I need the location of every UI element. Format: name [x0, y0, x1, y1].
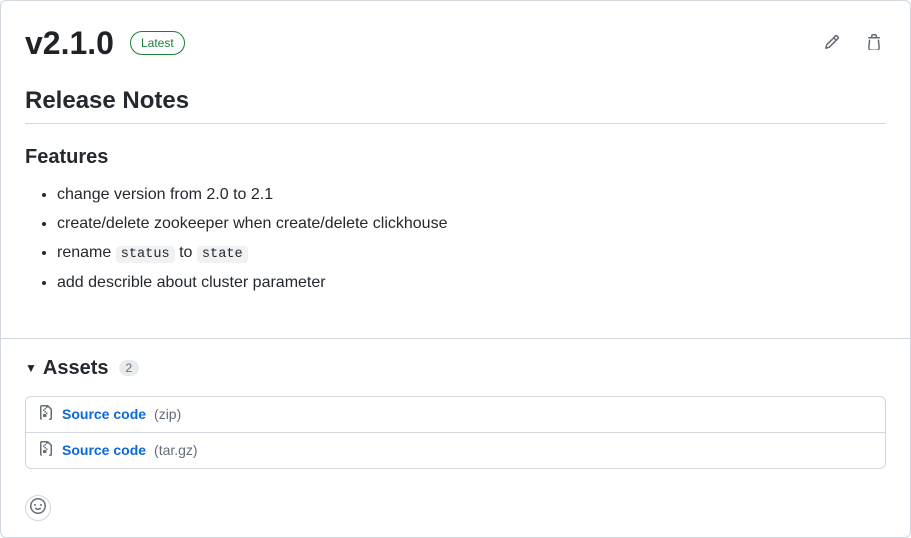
trash-icon [866, 34, 882, 53]
code-old: status [116, 246, 175, 263]
add-reaction-button[interactable] [25, 495, 51, 521]
feature-text: change version from 2.0 to 2.1 [57, 186, 273, 203]
release-header: v2.1.0 Latest [1, 1, 910, 71]
asset-extension: (tar.gz) [154, 442, 198, 458]
assets-count: 2 [119, 360, 140, 376]
asset-row: Source code (tar.gz) [26, 432, 885, 468]
edit-button[interactable] [820, 30, 844, 57]
asset-link[interactable]: Source code [62, 406, 146, 422]
asset-extension: (zip) [154, 406, 181, 422]
feature-item: rename status to state [57, 239, 886, 266]
features-heading: Features [25, 146, 886, 169]
feature-item: create/delete zookeeper when create/dele… [57, 210, 886, 237]
feature-text: rename [57, 244, 116, 261]
latest-badge: Latest [130, 31, 185, 55]
zip-icon [38, 405, 54, 424]
caret-down-icon: ▼ [25, 361, 37, 375]
delete-button[interactable] [862, 30, 886, 57]
smiley-icon [30, 498, 46, 517]
feature-item: change version from 2.0 to 2.1 [57, 181, 886, 208]
zip-icon [38, 441, 54, 460]
pencil-icon [824, 34, 840, 53]
asset-link[interactable]: Source code [62, 442, 146, 458]
release-version: v2.1.0 [25, 23, 114, 63]
assets-section: ▼ Assets 2 Source code (zip) Source code… [1, 339, 910, 485]
asset-row: Source code (zip) [26, 397, 885, 432]
release-notes-heading: Release Notes [25, 87, 886, 124]
feature-text: add describle about cluster parameter [57, 274, 326, 291]
release-panel: v2.1.0 Latest Release Notes Features cha… [0, 0, 911, 538]
feature-list: change version from 2.0 to 2.1 create/de… [25, 181, 886, 296]
assets-list: Source code (zip) Source code (tar.gz) [25, 396, 886, 469]
release-title-group: v2.1.0 Latest [25, 23, 185, 63]
assets-toggle[interactable]: ▼ Assets 2 [25, 357, 886, 380]
release-body: Release Notes Features change version fr… [1, 87, 910, 314]
feature-text: to [175, 244, 197, 261]
assets-label: Assets [43, 357, 109, 380]
feature-item: add describle about cluster parameter [57, 269, 886, 296]
code-new: state [197, 246, 248, 263]
feature-text: create/delete zookeeper when create/dele… [57, 215, 447, 232]
header-actions [820, 30, 886, 57]
